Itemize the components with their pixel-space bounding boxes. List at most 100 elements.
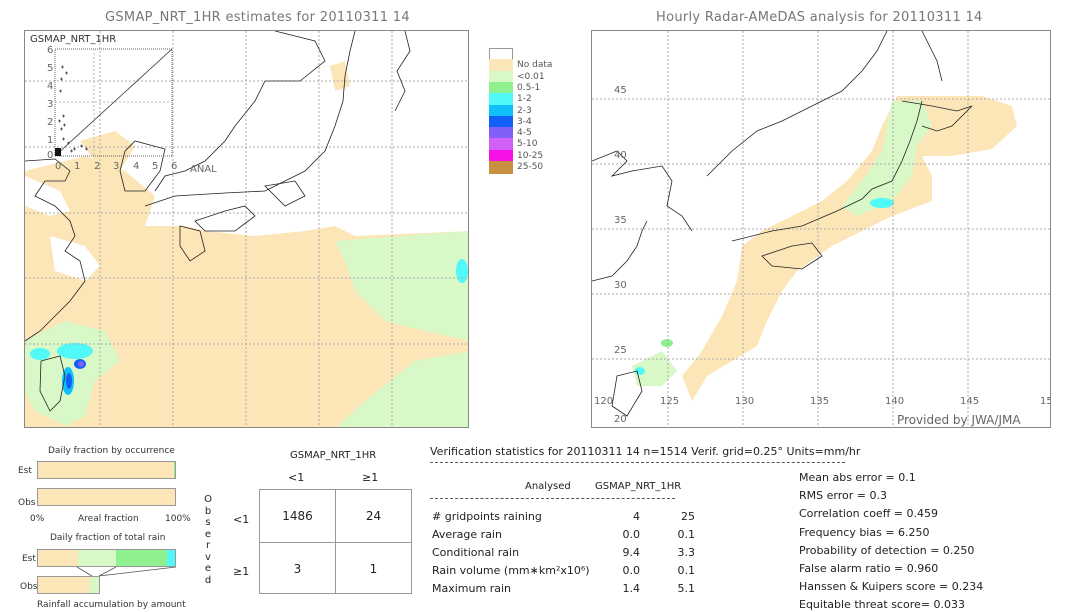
col-analysed: Analysed <box>525 481 571 492</box>
verification-score: Equitable threat score= 0.033 <box>799 598 965 612</box>
right-map-title: Hourly Radar-AMeDAS analysis for 2011031… <box>656 10 983 25</box>
heavy-rain-3 <box>78 361 84 367</box>
occurrence-obs-bar <box>37 488 176 506</box>
stat-estimate: 25 <box>681 510 695 523</box>
occurrence-est-bar <box>37 461 176 479</box>
inset-y-tick: 1 <box>47 135 54 146</box>
inset-y-tick: 4 <box>47 81 54 92</box>
contingency-cell: 1486 <box>282 509 313 523</box>
stat-analysed: 0.0 <box>622 564 641 577</box>
moderate-rain-1 <box>57 343 93 359</box>
latitude-label: 45 <box>614 85 627 96</box>
inset-y-tick: 6 <box>47 45 54 56</box>
longitude-label: 130 <box>735 396 755 407</box>
occurrence-axis-right: 100% <box>165 514 191 524</box>
occurrence-est-rain-segment <box>173 462 175 478</box>
observed-letter: d <box>204 574 212 586</box>
inset-point-cluster <box>55 148 61 156</box>
precip-legend: No data <0.01 0.5-1 1-2 2-3 3-4 4-5 5-10 10-25 25… <box>489 48 559 198</box>
est-rain-segment <box>38 550 78 566</box>
total-rain-obs-bar <box>37 576 100 594</box>
contingency-cell: 24 <box>365 509 382 523</box>
est-rain-segment <box>77 550 117 566</box>
verification-header: Verification statistics for 20110311 14 … <box>430 445 861 458</box>
latitude-label: 25 <box>614 345 627 356</box>
left-map-title: GSMAP_NRT_1HR estimates for 20110311 14 <box>105 10 410 25</box>
stat-estimate: 0.1 <box>677 528 696 541</box>
stat-label: # gridpoints raining <box>432 510 542 523</box>
occurrence-est-label: Est <box>18 466 32 476</box>
observed-letter: b <box>204 505 212 517</box>
heavy-rain-1 <box>66 373 72 389</box>
legend-label: 25-50 <box>517 162 544 172</box>
verification-score: RMS error = 0.3 <box>799 489 887 503</box>
inset-x-label: ANAL <box>190 164 217 175</box>
longitude-label: 135 <box>810 396 830 407</box>
moderate-rain-2 <box>30 348 50 360</box>
longitude-label: 125 <box>660 396 680 407</box>
observed-letter: O <box>204 494 212 505</box>
inset-x-tick: 0 <box>55 161 62 172</box>
gsmap-estimate-map: GSMAP_NRT_1HR 6 5 4 3 2 1 0 0 1 2 3 4 5 … <box>24 30 469 428</box>
inset-x-tick: 5 <box>152 161 159 172</box>
no-data-area <box>682 96 1017 401</box>
obs-rain-segment <box>89 577 99 593</box>
latitude-label: 40 <box>614 150 627 161</box>
contingency-table: 1486 24 3 1 <box>259 489 412 594</box>
table-divider <box>430 498 675 499</box>
light-rain-spot <box>661 339 673 347</box>
inset-y-tick: 0 <box>47 150 54 161</box>
stat-estimate: 0.1 <box>677 564 696 577</box>
inset-x-tick: 1 <box>74 161 81 172</box>
inset-x-tick: 2 <box>94 161 101 172</box>
contingency-header: GSMAP_NRT_1HR <box>290 450 377 461</box>
contingency-col-label: ≥1 <box>362 471 379 484</box>
contingency-col-label: <1 <box>288 471 305 484</box>
stat-label: Conditional rain <box>432 546 520 559</box>
observed-letter: s <box>205 517 211 528</box>
stat-analysed: 4 <box>633 510 640 523</box>
moderate-rain-spot <box>870 198 894 208</box>
longitude-label: 150 <box>1040 396 1050 407</box>
verification-score: False alarm ratio = 0.960 <box>799 562 939 575</box>
bottom-lat-label: 20 <box>614 414 627 425</box>
header-divider <box>430 462 845 463</box>
stat-estimate: 5.1 <box>677 582 696 595</box>
inset-x-tick: 4 <box>133 161 140 172</box>
contingency-row-label: ≥1 <box>233 565 250 578</box>
contingency-cell: 1 <box>369 562 378 576</box>
verification-score: Frequency bias = 6.250 <box>799 525 930 539</box>
observed-letter: e <box>204 563 212 574</box>
total-rain-est-bar <box>37 549 176 567</box>
est-rain-segment <box>116 550 167 566</box>
radar-amedas-map: 45 40 35 30 25 120 125 130 135 140 145 150 20 Prov… <box>591 30 1051 428</box>
inset-x-tick: 6 <box>171 161 178 172</box>
est-rain-segment <box>166 550 175 566</box>
inset-y-tick: 5 <box>47 63 54 74</box>
stat-label: Average rain <box>432 528 502 541</box>
legend-item: 25-50 <box>489 161 559 174</box>
inset-y-tick: 2 <box>47 117 54 128</box>
inset-x-tick: 3 <box>113 161 120 172</box>
occurrence-obs-label: Obs <box>18 498 36 508</box>
total-rain-obs-label: Obs <box>20 582 38 592</box>
data-credit: Provided by JWA/JMA <box>897 413 1021 427</box>
occurrence-title: Daily fraction by occurrence <box>48 446 175 456</box>
contingency-cell: 3 <box>293 562 302 576</box>
stat-estimate: 3.3 <box>677 546 696 559</box>
verification-score: Correlation coeff = 0.459 <box>799 507 938 521</box>
verification-score: Mean abs error = 0.1 <box>799 471 916 484</box>
stat-analysed: 0.0 <box>622 528 641 541</box>
total-rain-est-label: Est <box>22 554 36 564</box>
latitude-label: 30 <box>614 280 627 291</box>
longitude-label: 140 <box>885 396 905 407</box>
longitude-label: 145 <box>960 396 980 407</box>
stat-label: Rain volume (mm∗km²x10⁶) <box>432 564 590 577</box>
observed-letter: r <box>205 540 211 551</box>
observed-letter: e <box>204 528 212 540</box>
total-rain-title: Daily fraction of total rain <box>50 533 166 543</box>
total-rain-footer: Rainfall accumulation by amount <box>37 600 186 610</box>
verification-score: Hanssen & Kuipers score = 0.234 <box>799 580 984 594</box>
stat-analysed: 1.4 <box>622 582 641 595</box>
radar-map-graphic <box>592 31 1050 427</box>
